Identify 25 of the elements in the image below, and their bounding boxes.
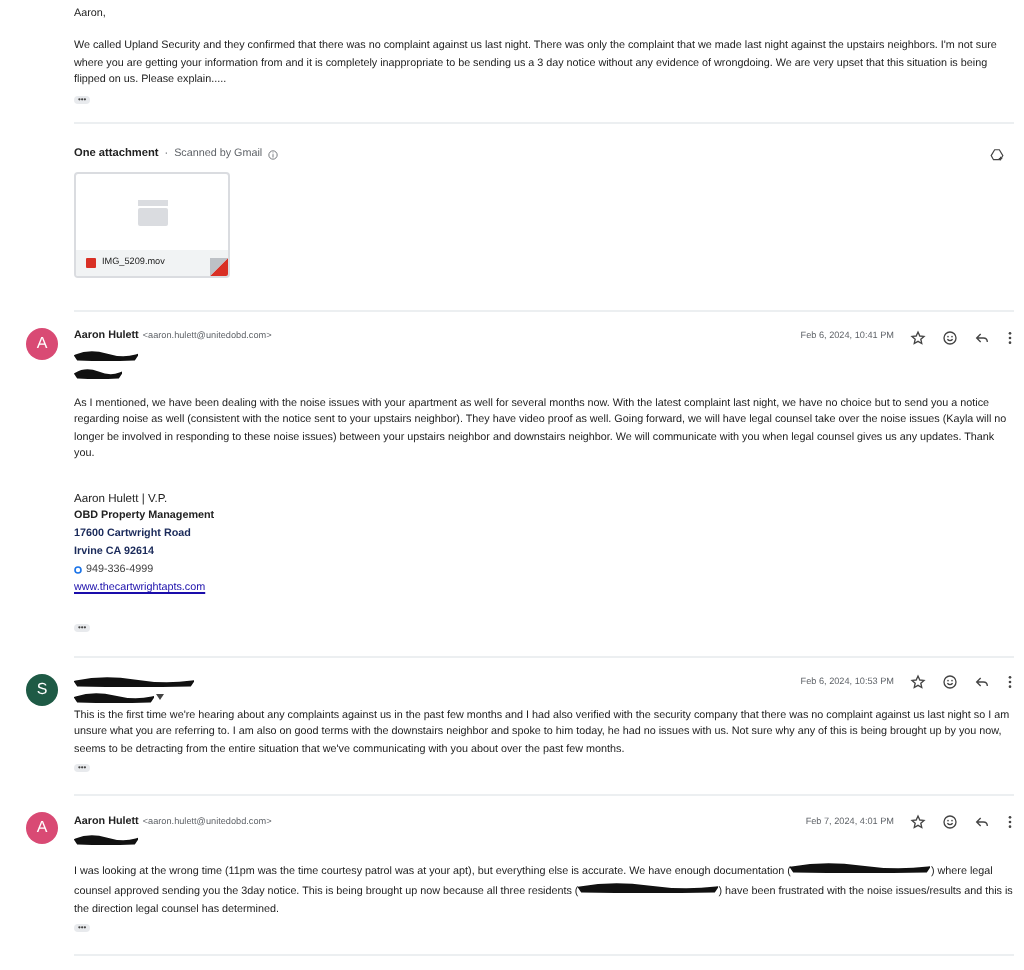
more-options-icon[interactable] <box>1006 813 1014 830</box>
reply-icon[interactable] <box>974 813 990 830</box>
redaction-mark <box>74 350 138 363</box>
emoji-icon[interactable] <box>942 674 958 691</box>
star-icon[interactable] <box>910 329 926 346</box>
reply-icon[interactable] <box>974 329 990 346</box>
info-icon[interactable] <box>268 149 279 160</box>
movie-file-icon <box>86 258 96 269</box>
sender-avatar: A <box>26 328 58 361</box>
more-options-icon[interactable] <box>1006 329 1014 346</box>
sender-avatar: S <box>26 673 58 706</box>
redaction-mark <box>578 882 719 894</box>
emoji-icon[interactable] <box>942 813 958 830</box>
reply-icon[interactable] <box>974 674 990 691</box>
more-options-icon[interactable] <box>1006 674 1014 691</box>
caret-icon[interactable] <box>156 694 164 701</box>
redaction-mark <box>790 862 931 875</box>
star-icon[interactable] <box>910 813 926 830</box>
star-icon[interactable] <box>910 674 926 691</box>
emoji-icon[interactable] <box>942 329 958 346</box>
sender-avatar: A <box>26 812 58 845</box>
redaction-mark <box>74 834 138 847</box>
redaction-mark <box>74 368 122 381</box>
phone-icon <box>74 566 82 575</box>
video-icon <box>137 199 167 226</box>
